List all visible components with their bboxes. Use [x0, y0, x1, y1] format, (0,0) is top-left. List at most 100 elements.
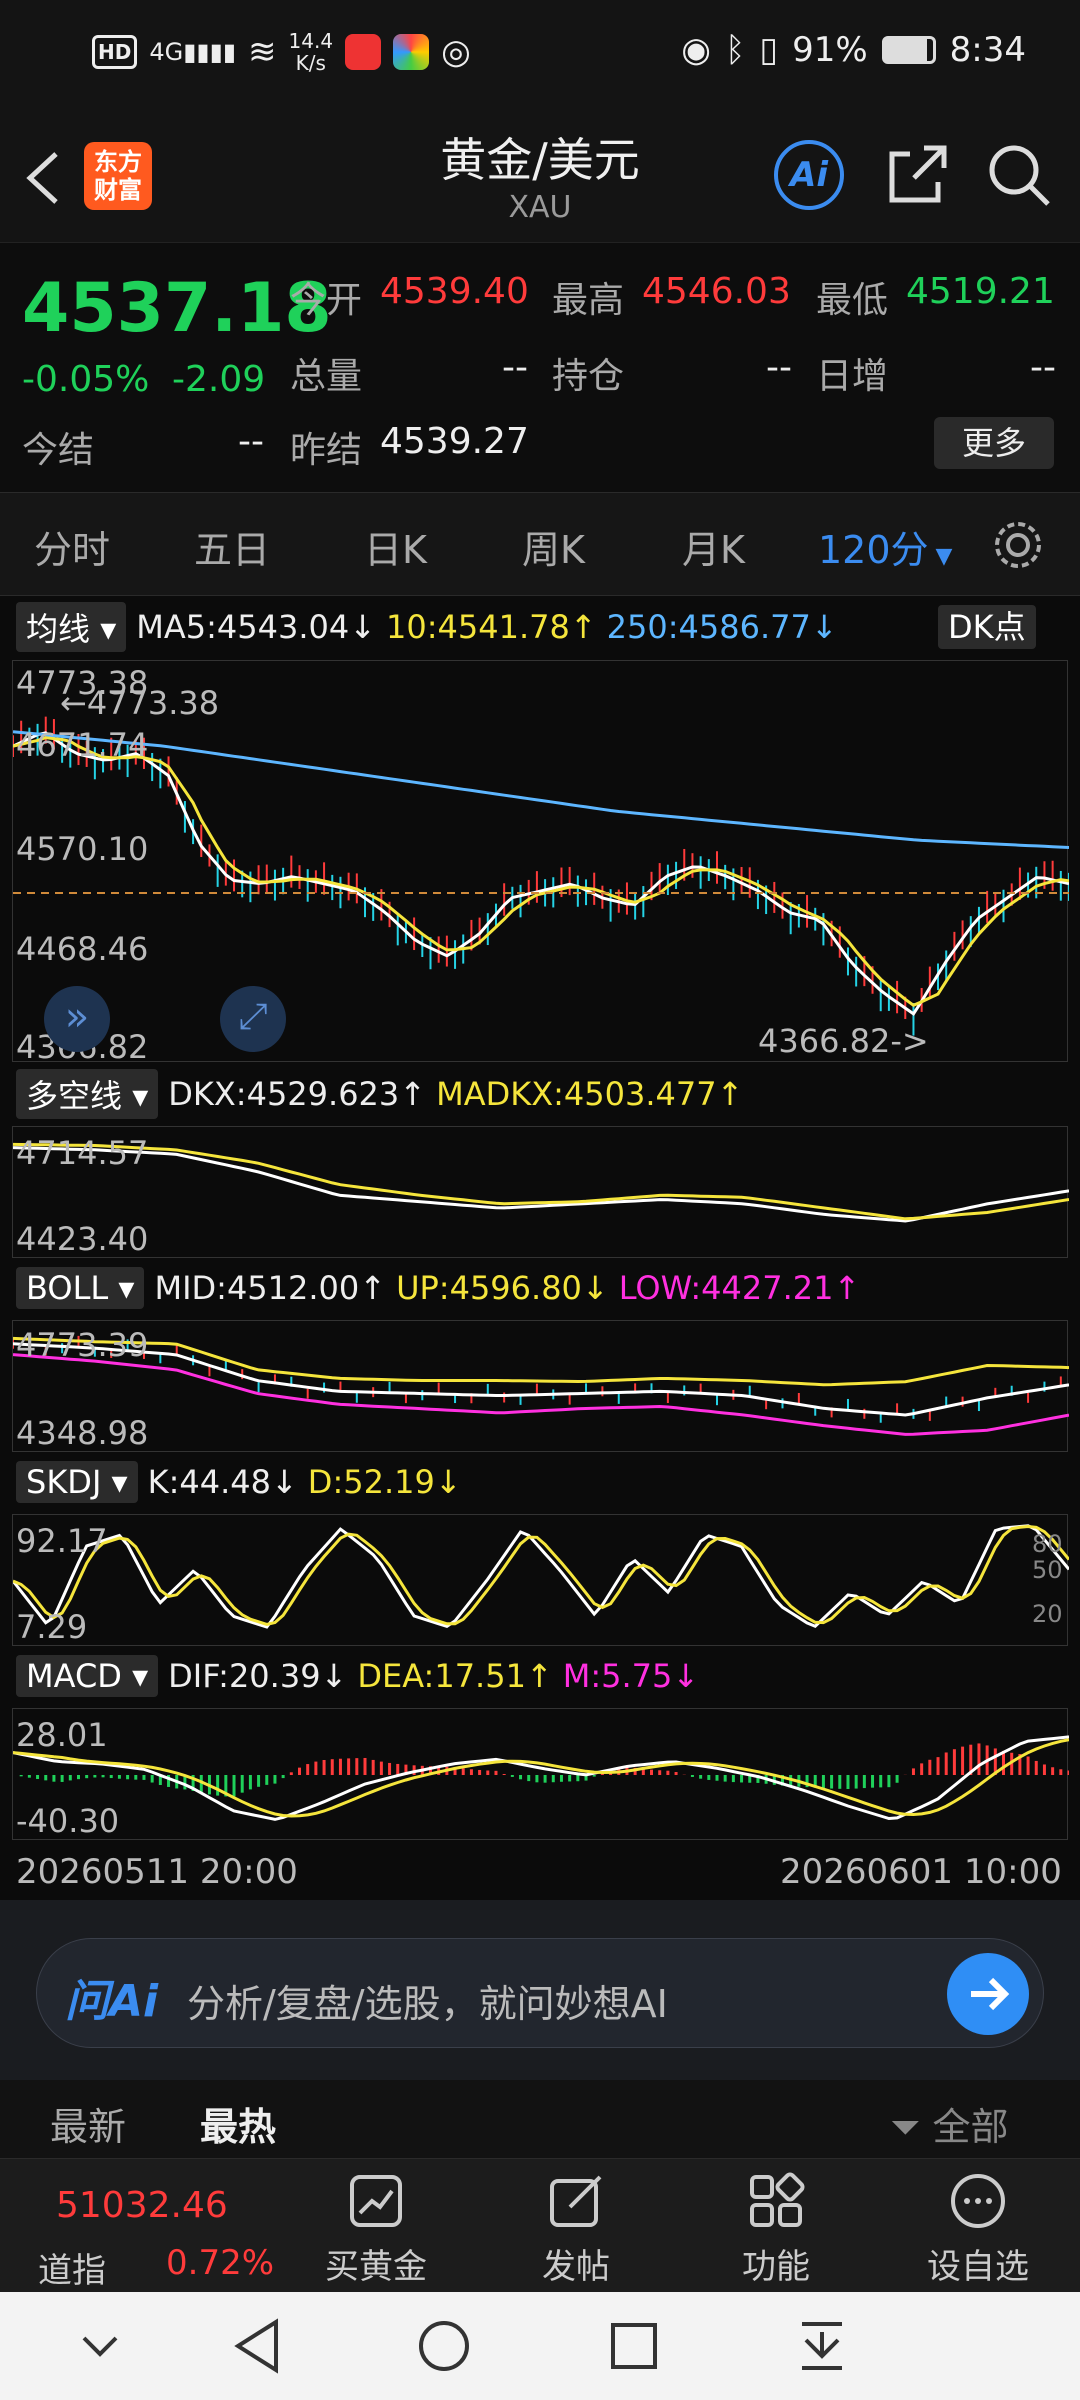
boll-panel [12, 1320, 1070, 1453]
more-button[interactable]: 更多 [934, 417, 1054, 469]
ai-input-placeholder[interactable]: 分析/复盘/选股，就问妙想AI [187, 1973, 668, 2028]
macd-dea-value: DEA:17.51↑ [357, 1657, 553, 1695]
open-value: 4539.40 [380, 271, 529, 312]
tab-monthly-k[interactable]: 月K [682, 519, 745, 574]
hd-icon: HD [92, 35, 138, 69]
toutiao-app-icon [345, 34, 382, 70]
skdj-right-label: 80 [1032, 1530, 1063, 1558]
boll-chart[interactable] [12, 1321, 1070, 1453]
add-watchlist-button[interactable]: 设自选 [898, 2171, 1058, 2288]
ai-submit-button[interactable] [947, 1953, 1029, 2035]
skdj-indicator-row: SKDJ ▾ K:44.48↓ D:52.19↓ [16, 1460, 462, 1504]
position-label: 持仓 [552, 356, 625, 397]
macd-indicator-row: MACD ▾ DIF:20.39↓ DEA:17.51↑ M:5.75↓ [16, 1654, 699, 1698]
skdj-selector[interactable]: SKDJ ▾ [16, 1461, 138, 1503]
post-button[interactable]: 发帖 [496, 2171, 656, 2288]
voice-icon: ◎ [441, 32, 471, 72]
dkx-axis-label: 4423.40 [16, 1220, 149, 1258]
buy-gold-button[interactable]: 买黄金 [296, 2171, 456, 2288]
dkx-panel [12, 1126, 1070, 1259]
dkx-value: DKX:4529.623↑ [168, 1075, 427, 1113]
boll-selector[interactable]: BOLL ▾ [16, 1267, 145, 1309]
tab-weekly-k[interactable]: 周K [522, 519, 585, 574]
macd-chart[interactable] [12, 1709, 1071, 1841]
macd-dif-value: DIF:20.39↓ [168, 1657, 348, 1695]
dkx-line [12, 1146, 1070, 1223]
wifi-icon: ≋ [248, 32, 277, 72]
index-value: 51032.46 [56, 2185, 228, 2226]
low-value: 4519.21 [906, 271, 1055, 312]
position-value: -- [766, 347, 792, 388]
volume-value: -- [502, 347, 528, 388]
macd-selector[interactable]: MACD ▾ [16, 1655, 159, 1697]
index-name[interactable]: 道指 [38, 2243, 106, 2292]
skdj-axis-label: 92.17 [16, 1522, 108, 1560]
signal-icon: 4G▮▮▮▮ [149, 38, 237, 66]
dk-point-button[interactable]: DK点 [938, 605, 1036, 649]
tab-five-day[interactable]: 五日 [194, 519, 270, 574]
macd-dea-line [12, 1738, 1070, 1818]
share-icon[interactable] [884, 142, 950, 208]
tab-latest[interactable]: 最新 [50, 2096, 126, 2151]
dkx-selector[interactable]: 多空线 ▾ [16, 1069, 159, 1119]
network-speed: 14.4 K/s [288, 29, 334, 75]
change-percent: -0.05% [22, 359, 150, 400]
macd-axis-label: -40.30 [16, 1802, 120, 1840]
tab-hottest[interactable]: 最热 [200, 2096, 276, 2151]
filter-icon: ⏷ [890, 2105, 921, 2149]
volume-label: 总量 [290, 356, 363, 397]
notification-pull-icon[interactable] [796, 2318, 848, 2374]
macd-panel [12, 1708, 1071, 1841]
vibrate-icon: ▯ [759, 30, 779, 70]
home-circle-icon[interactable] [416, 2318, 472, 2374]
chart-growth-icon [350, 2175, 402, 2227]
bluetooth-icon: ᛒ [724, 30, 746, 70]
ma5-line [12, 731, 1070, 1017]
ma250-line [12, 730, 1070, 849]
index-change: 0.72% [166, 2243, 275, 2283]
tab-daily-k[interactable]: 日K [364, 519, 427, 574]
madkx-line [12, 1142, 1070, 1221]
low-marker: 4366.82-> [758, 1022, 929, 1060]
boll-indicator-row: BOLL ▾ MID:4512.00↑ UP:4596.80↓ LOW:4427… [16, 1266, 860, 1310]
boll-up-line [12, 1336, 1070, 1387]
features-button[interactable]: 功能 [696, 2171, 856, 2288]
ai-button[interactable]: Ai [774, 140, 844, 210]
skdj-d-line [12, 1524, 1071, 1626]
dkx-chart[interactable] [12, 1127, 1070, 1259]
price-axis-label: 4570.10 [16, 830, 149, 868]
ai-search-bar[interactable]: 问Ai 分析/复盘/选股，就问妙想AI [36, 1938, 1044, 2048]
price-axis-label: 4468.46 [16, 930, 149, 968]
dkx-indicator-row: 多空线 ▾ DKX:4529.623↑ MADKX:4503.477↑ [16, 1069, 743, 1119]
grid-icon [750, 2172, 805, 2227]
macd-m-value: M:5.75↓ [562, 1657, 700, 1695]
tab-intraday[interactable]: 分时 [34, 519, 110, 574]
macd-dif-line [12, 1735, 1070, 1821]
skdj-d-value: D:52.19↓ [307, 1463, 462, 1501]
settings-gear-icon[interactable] [990, 517, 1046, 573]
boll-low-value: LOW:4427.21↑ [618, 1269, 861, 1307]
settle-value: -- [238, 421, 264, 462]
skdj-right-label: 50 [1032, 1556, 1063, 1584]
skdj-right-label: 20 [1032, 1600, 1063, 1628]
more-dots-icon [951, 2174, 1005, 2228]
period-tabs: 分时 五日 日K 周K 月K 120分 ▼ [0, 492, 1080, 596]
app-header: 东方 财富 黄金/美元 XAU Ai [0, 110, 1080, 242]
boll-axis-label: 4348.98 [16, 1414, 149, 1452]
status-bar: HD 4G▮▮▮▮ ≋ 14.4 K/s ◎ ◉ ᛒ ▯ 91% 8:34 [0, 0, 1080, 110]
ma5-value: MA5:4543.04↓ [136, 608, 377, 646]
tab-120min[interactable]: 120分 ▼ [818, 519, 952, 574]
chevron-down-icon[interactable] [80, 2326, 120, 2366]
ma10-line [12, 736, 1070, 1008]
expand-right-icon[interactable]: » [44, 986, 110, 1052]
skdj-chart[interactable] [11, 1515, 1071, 1647]
eye-icon: ◉ [681, 30, 711, 70]
low-label: 最低 [816, 280, 889, 321]
change-amount: -2.09 [172, 359, 266, 400]
recents-square-icon[interactable] [608, 2320, 660, 2372]
filter-all[interactable]: ⏷ 全部 [890, 2096, 1009, 2151]
fullscreen-icon[interactable]: ⤢ [220, 986, 286, 1052]
ma-selector[interactable]: 均线 ▾ [16, 602, 127, 652]
back-triangle-icon[interactable] [232, 2318, 282, 2374]
search-icon[interactable] [986, 142, 1052, 208]
